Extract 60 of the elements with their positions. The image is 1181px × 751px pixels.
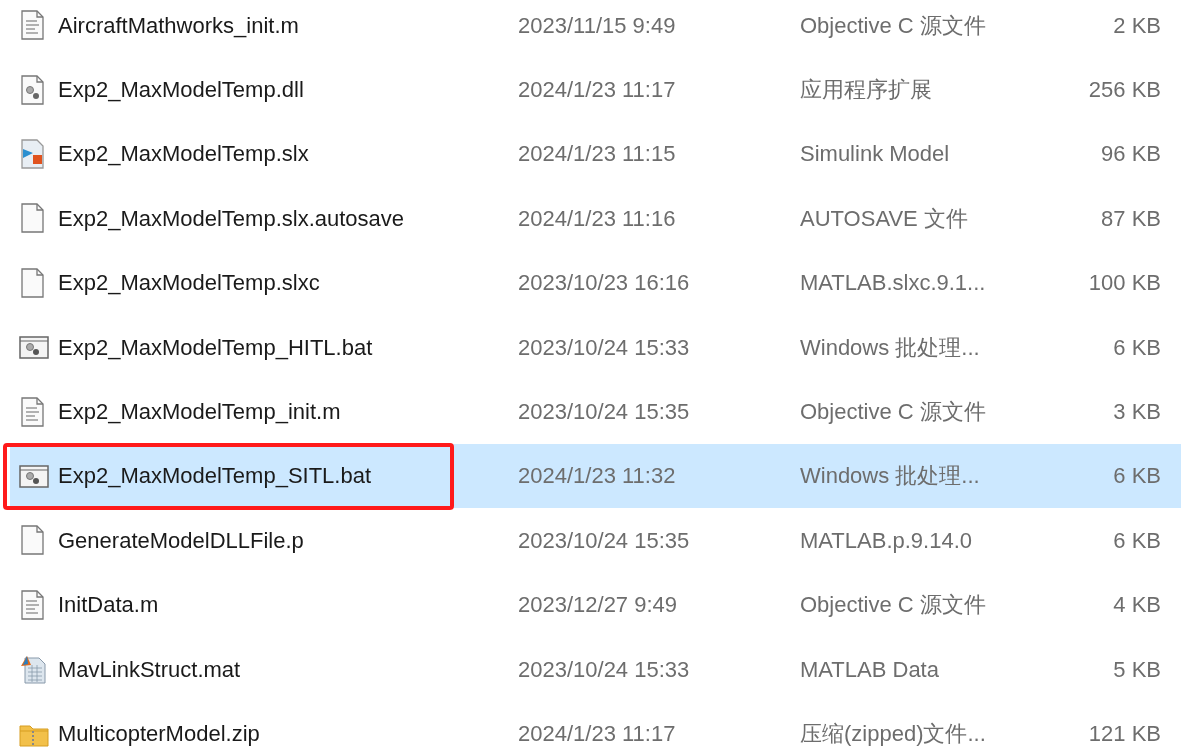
file-size: 6 KB (1112, 333, 1161, 362)
file-name: Exp2_MaxModelTemp.dll (58, 76, 305, 105)
file-name: GenerateModelDLLFile.p (58, 526, 305, 555)
file-row[interactable]: Exp2_MaxModelTemp.slxc 2023/10/23 16:16 MATLAB.slxc.9.1... 100 KB (10, 250, 1181, 315)
file-size: 6 KB (1112, 462, 1161, 491)
file-row[interactable]: Exp2_MaxModelTemp.slx 2024/1/23 11:15 Simulink Model 96 KB (10, 121, 1181, 187)
modified-date: 2023/11/15 9:49 (518, 11, 677, 40)
file-name: Exp2_MaxModelTemp.slx.autosave (58, 204, 406, 233)
file-type: AUTOSAVE 文件 (800, 204, 969, 233)
modified-date: 2024/1/23 11:15 (518, 140, 677, 169)
file-size: 121 KB (1087, 720, 1161, 748)
file-size: 256 KB (1087, 76, 1161, 105)
file-type: Objective C 源文件 (800, 398, 987, 427)
file-type: MATLAB.p.9.14.0 (800, 526, 973, 555)
modified-date: 2023/12/27 9:49 (518, 591, 679, 620)
file-type: Objective C 源文件 (800, 591, 987, 620)
table-file-icon (19, 654, 49, 685)
file-type: Simulink Model (800, 140, 951, 169)
file-type: Windows 批处理... (800, 333, 981, 362)
modified-date: 2024/1/23 11:17 (518, 720, 677, 748)
modified-date: 2023/10/24 15:33 (518, 655, 691, 684)
file-size: 96 KB (1100, 140, 1161, 169)
file-size: 6 KB (1112, 526, 1161, 555)
file-row[interactable]: Exp2_MaxModelTemp.dll 2024/1/23 11:17 应用程序扩展 256 KB (10, 57, 1181, 122)
modified-date: 2023/10/24 15:35 (518, 398, 691, 427)
file-size: 2 KB (1112, 11, 1161, 40)
file-row[interactable]: Exp2_MaxModelTemp_init.m 2023/10/24 15:35 Objective C 源文件 3 KB (10, 379, 1181, 444)
file-name: Exp2_MaxModelTemp_init.m (58, 398, 342, 427)
file-type: MATLAB.slxc.9.1... (800, 269, 987, 298)
file-name: MavLinkStruct.mat (58, 655, 242, 684)
file-type: 压缩(zipped)文件... (800, 720, 987, 748)
modified-date: 2023/10/24 15:33 (518, 333, 691, 362)
file-name: Exp2_MaxModelTemp.slxc (58, 269, 321, 298)
file-name: MulticopterModel.zip (58, 720, 261, 748)
file-row[interactable]: AircraftMathworks_init.m 2023/11/15 9:49 Objective C 源文件 2 KB (10, 0, 1181, 58)
file-row[interactable]: GenerateModelDLLFile.p 2023/10/24 15:35 MATLAB.p.9.14.0 6 KB (10, 508, 1181, 573)
file-name: Exp2_MaxModelTemp_HITL.bat (58, 333, 374, 362)
file-name: Exp2_MaxModelTemp.slx (58, 140, 310, 169)
file-size: 4 KB (1112, 591, 1161, 620)
file-name: InitData.m (58, 591, 160, 620)
modified-date: 2023/10/24 15:35 (518, 526, 691, 555)
file-size: 87 KB (1100, 204, 1161, 233)
modified-date: 2023/10/23 16:16 (518, 269, 691, 298)
file-type: MATLAB Data (800, 655, 940, 684)
file-row[interactable]: MavLinkStruct.mat 2023/10/24 15:33 MATLAB Data 5 KB (10, 636, 1181, 702)
file-size: 3 KB (1112, 398, 1161, 427)
file-type: 应用程序扩展 (800, 76, 933, 105)
file-row[interactable]: Exp2_MaxModelTemp_HITL.bat 2023/10/24 15:33 Windows 批处理... 6 KB (10, 314, 1181, 380)
file-type: Windows 批处理... (800, 462, 981, 491)
file-name: AircraftMathworks_init.m (58, 11, 300, 40)
modified-date: 2024/1/23 11:32 (518, 462, 677, 491)
file-name: Exp2_MaxModelTemp_SITL.bat (58, 462, 373, 491)
file-row[interactable]: MulticopterModel.zip 2024/1/23 11:17 压缩(zipped)文件... 121 KB (10, 701, 1181, 751)
file-row[interactable]: Exp2_MaxModelTemp.slx.autosave 2024/1/23 11:16 AUTOSAVE 文件 87 KB (10, 186, 1181, 251)
file-size: 5 KB (1112, 655, 1161, 684)
file-row[interactable]: InitData.m 2023/12/27 9:49 Objective C 源文件 4 KB (10, 572, 1181, 637)
file-size: 100 KB (1087, 269, 1161, 298)
file-type: Objective C 源文件 (800, 11, 987, 40)
modified-date: 2024/1/23 11:17 (518, 76, 677, 105)
modified-date: 2024/1/23 11:16 (518, 204, 677, 233)
